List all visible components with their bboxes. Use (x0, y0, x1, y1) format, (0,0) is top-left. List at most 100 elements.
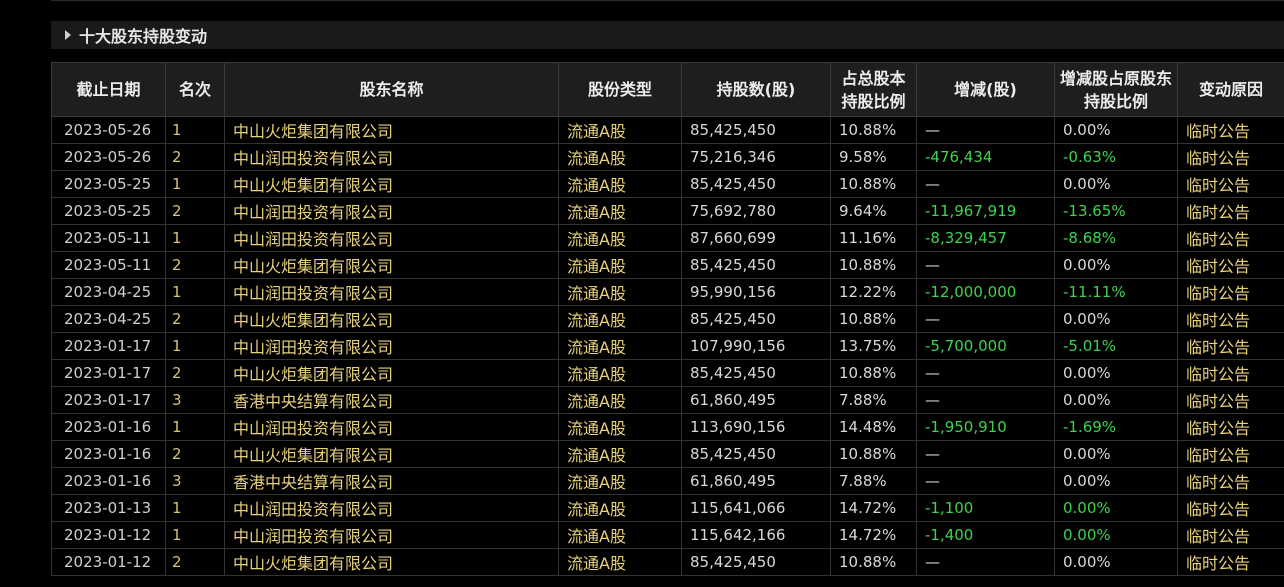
cell-shares-held: 85,425,450 (681, 548, 831, 576)
col-header-holding-ratio[interactable]: 占总股本持股比例 (830, 62, 917, 117)
cell-reason: 临时公告 (1177, 170, 1284, 198)
cell-change-ratio: -1.69% (1054, 413, 1178, 441)
col-header-holder-name[interactable]: 股东名称 (224, 62, 559, 117)
cell-rank: 2 (165, 197, 225, 225)
cell-share-type: 流通A股 (558, 251, 682, 279)
table-row[interactable]: 2023-01-17 3 香港中央结算有限公司 流通A股 61,860,495 7.88%… (51, 386, 1284, 414)
table-row[interactable]: 2023-05-26 1 中山火炬集团有限公司 流通A股 85,425,450 10.88… (51, 116, 1284, 144)
cell-shares-held: 85,425,450 (681, 170, 831, 198)
cell-rank: 3 (165, 386, 225, 414)
col-header-change-ratio[interactable]: 增减股占原股东持股比例 (1054, 62, 1178, 117)
cell-holder-name: 中山火炬集团有限公司 (224, 305, 559, 333)
table-row[interactable]: 2023-01-17 2 中山火炬集团有限公司 流通A股 85,425,450 10.88… (51, 359, 1284, 387)
table-row[interactable]: 2023-01-12 1 中山润田投资有限公司 流通A股 115,642,166 14.7… (51, 521, 1284, 549)
cell-shares-held: 107,990,156 (681, 332, 831, 360)
cell-share-type: 流通A股 (558, 548, 682, 576)
cell-date: 2023-01-16 (51, 467, 166, 495)
cell-reason: 临时公告 (1177, 521, 1284, 549)
cell-holding-ratio: 13.75% (830, 332, 917, 360)
cell-change: -5,700,000 (916, 332, 1055, 360)
cell-rank: 1 (165, 116, 225, 144)
cell-share-type: 流通A股 (558, 116, 682, 144)
cell-share-type: 流通A股 (558, 494, 682, 522)
cell-change: -12,000,000 (916, 278, 1055, 306)
cell-rank: 2 (165, 143, 225, 171)
col-header-date[interactable]: 截止日期 (51, 62, 166, 117)
table-row[interactable]: 2023-01-16 2 中山火炬集团有限公司 流通A股 85,425,450 10.88… (51, 440, 1284, 468)
cell-holding-ratio: 9.58% (830, 143, 917, 171)
table-row[interactable]: 2023-01-17 1 中山润田投资有限公司 流通A股 107,990,156 13.7… (51, 332, 1284, 360)
cell-change-ratio: -5.01% (1054, 332, 1178, 360)
col-header-reason[interactable]: 变动原因 (1177, 62, 1284, 117)
cell-date: 2023-05-11 (51, 224, 166, 252)
cell-holding-ratio: 7.88% (830, 386, 917, 414)
cell-holding-ratio: 10.88% (830, 359, 917, 387)
cell-shares-held: 61,860,495 (681, 386, 831, 414)
cell-change: — (916, 548, 1055, 576)
col-header-rank[interactable]: 名次 (165, 62, 225, 117)
cell-shares-held: 85,425,450 (681, 305, 831, 333)
col-header-shares-held[interactable]: 持股数(股) (681, 62, 831, 117)
cell-rank: 1 (165, 224, 225, 252)
cell-shares-held: 85,425,450 (681, 359, 831, 387)
cell-holder-name: 中山润田投资有限公司 (224, 521, 559, 549)
cell-shares-held: 115,641,066 (681, 494, 831, 522)
cell-shares-held: 85,425,450 (681, 116, 831, 144)
cell-rank: 2 (165, 305, 225, 333)
table-row[interactable]: 2023-05-11 1 中山润田投资有限公司 流通A股 87,660,699 11.16… (51, 224, 1284, 252)
cell-date: 2023-01-17 (51, 359, 166, 387)
cell-date: 2023-01-16 (51, 440, 166, 468)
table-row[interactable]: 2023-04-25 1 中山润田投资有限公司 流通A股 95,990,156 12.22… (51, 278, 1284, 306)
cell-shares-held: 75,216,346 (681, 143, 831, 171)
cell-shares-held: 85,425,450 (681, 440, 831, 468)
cell-shares-held: 85,425,450 (681, 251, 831, 279)
cell-rank: 2 (165, 359, 225, 387)
cell-rank: 1 (165, 521, 225, 549)
cell-change: -476,434 (916, 143, 1055, 171)
cell-shares-held: 87,660,699 (681, 224, 831, 252)
table-row[interactable]: 2023-05-26 2 中山润田投资有限公司 流通A股 75,216,346 9.58%… (51, 143, 1284, 171)
cell-shares-held: 115,642,166 (681, 521, 831, 549)
cell-date: 2023-01-17 (51, 386, 166, 414)
cell-change-ratio: 0.00% (1054, 116, 1178, 144)
cell-share-type: 流通A股 (558, 143, 682, 171)
cell-share-type: 流通A股 (558, 359, 682, 387)
expand-caret-icon[interactable] (65, 30, 71, 40)
table-row[interactable]: 2023-01-12 2 中山火炬集团有限公司 流通A股 85,425,450 10.88… (51, 548, 1284, 576)
cell-reason: 临时公告 (1177, 116, 1284, 144)
table-row[interactable]: 2023-01-13 1 中山润田投资有限公司 流通A股 115,641,066 14.7… (51, 494, 1284, 522)
cell-reason: 临时公告 (1177, 332, 1284, 360)
cell-holding-ratio: 14.48% (830, 413, 917, 441)
table-row[interactable]: 2023-05-25 1 中山火炬集团有限公司 流通A股 85,425,450 10.88… (51, 170, 1284, 198)
cell-change-ratio: -0.63% (1054, 143, 1178, 171)
cell-share-type: 流通A股 (558, 440, 682, 468)
cell-rank: 2 (165, 251, 225, 279)
cell-date: 2023-01-12 (51, 521, 166, 549)
cell-holder-name: 中山润田投资有限公司 (224, 494, 559, 522)
cell-holder-name: 中山润田投资有限公司 (224, 413, 559, 441)
table-row[interactable]: 2023-01-16 1 中山润田投资有限公司 流通A股 113,690,156 14.4… (51, 413, 1284, 441)
cell-reason: 临时公告 (1177, 224, 1284, 252)
table-row[interactable]: 2023-04-25 2 中山火炬集团有限公司 流通A股 85,425,450 10.88… (51, 305, 1284, 333)
cell-holding-ratio: 10.88% (830, 116, 917, 144)
cell-reason: 临时公告 (1177, 197, 1284, 225)
table-row[interactable]: 2023-05-25 2 中山润田投资有限公司 流通A股 75,692,780 9.64%… (51, 197, 1284, 225)
cell-change-ratio: 0.00% (1054, 440, 1178, 468)
cell-rank: 1 (165, 332, 225, 360)
shareholder-changes-table: 截止日期 名次 股东名称 股份类型 持股数(股) 占总股本持股比例 增减(股) … (51, 62, 1284, 576)
cell-shares-held: 95,990,156 (681, 278, 831, 306)
table-row[interactable]: 2023-01-16 3 香港中央结算有限公司 流通A股 61,860,495 7.88%… (51, 467, 1284, 495)
cell-reason: 临时公告 (1177, 278, 1284, 306)
col-header-change[interactable]: 增减(股) (916, 62, 1055, 117)
cell-holder-name: 中山润田投资有限公司 (224, 143, 559, 171)
cell-shares-held: 113,690,156 (681, 413, 831, 441)
top-divider (51, 0, 1284, 5)
cell-reason: 临时公告 (1177, 251, 1284, 279)
section-header-top10-shareholder-changes[interactable]: 十大股东持股变动 (51, 21, 1284, 49)
cell-date: 2023-05-26 (51, 143, 166, 171)
cell-reason: 临时公告 (1177, 386, 1284, 414)
cell-holding-ratio: 12.22% (830, 278, 917, 306)
cell-change: — (916, 116, 1055, 144)
col-header-share-type[interactable]: 股份类型 (558, 62, 682, 117)
table-row[interactable]: 2023-05-11 2 中山火炬集团有限公司 流通A股 85,425,450 10.88… (51, 251, 1284, 279)
